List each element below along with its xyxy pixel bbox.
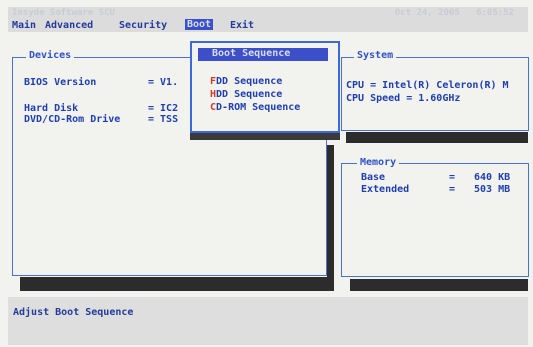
- date-label: Oct 24, 2005: [394, 8, 460, 18]
- menu-bar: Main Advanced Security Boot Exit: [8, 18, 528, 32]
- status-text: Adjust Boot Sequence: [13, 307, 134, 318]
- menu-advanced[interactable]: Advanced: [45, 20, 93, 31]
- menu-boot[interactable]: Boot: [185, 19, 214, 30]
- memory-base-label: Base: [361, 172, 386, 183]
- memory-base-value: 640 KB: [474, 172, 511, 183]
- memory-panel-shadow: [350, 279, 528, 291]
- memory-extended-label: Extended: [361, 184, 410, 195]
- fdd-label: DD Sequence: [216, 76, 283, 87]
- hdd-label: DD Sequence: [216, 89, 283, 100]
- cdrom-sequence-item[interactable]: CD-ROM Sequence: [210, 102, 300, 113]
- devices-title: Devices: [26, 50, 75, 61]
- boot-menu: Boot Sequence FDD Sequence HDD Sequence …: [190, 41, 340, 133]
- memory-title: Memory: [357, 157, 400, 168]
- optical-drive-label: DVD/CD-Rom Drive: [24, 114, 121, 125]
- time-label: 6:05:52: [476, 8, 514, 18]
- devices-panel-shadow: [20, 277, 334, 291]
- optical-drive-value: = TSS: [148, 114, 179, 125]
- bios-version-label: BIOS Version: [24, 77, 97, 88]
- memory-extended-eq: =: [449, 184, 456, 195]
- hard-disk-label: Hard Disk: [24, 103, 79, 114]
- cpu-text: CPU = Intel(R) Celeron(R) M: [346, 80, 509, 91]
- memory-extended-value: 503 MB: [474, 184, 511, 195]
- vendor-label: Insyde Software SCU: [12, 8, 115, 18]
- boot-sequence-label: Boot Sequence: [212, 48, 291, 59]
- cdrom-label: D-ROM Sequence: [216, 102, 301, 113]
- system-panel-shadow: [346, 132, 528, 143]
- fdd-sequence-item[interactable]: FDD Sequence: [210, 76, 282, 87]
- status-bar: Adjust Boot Sequence: [8, 297, 528, 345]
- title-bar: Insyde Software SCU Oct 24, 2005 6:05:52: [8, 7, 528, 18]
- hard-disk-value: = IC2: [148, 103, 179, 114]
- bios-version-value: = V1.: [148, 77, 179, 88]
- bios-screen: Insyde Software SCU Oct 24, 2005 6:05:52…: [0, 0, 533, 347]
- menu-exit[interactable]: Exit: [230, 20, 254, 31]
- memory-base-eq: =: [449, 172, 456, 183]
- clock: Oct 24, 2005 6:05:52: [395, 8, 514, 18]
- boot-sequence-item[interactable]: Boot Sequence: [198, 48, 328, 61]
- menu-security[interactable]: Security: [119, 20, 167, 31]
- menu-main[interactable]: Main: [12, 20, 36, 31]
- hdd-sequence-item[interactable]: HDD Sequence: [210, 89, 282, 100]
- cpu-speed-text: CPU Speed = 1.60GHz: [346, 93, 461, 104]
- devices-panel-shadow-side: [327, 145, 334, 285]
- system-title: System: [354, 50, 397, 61]
